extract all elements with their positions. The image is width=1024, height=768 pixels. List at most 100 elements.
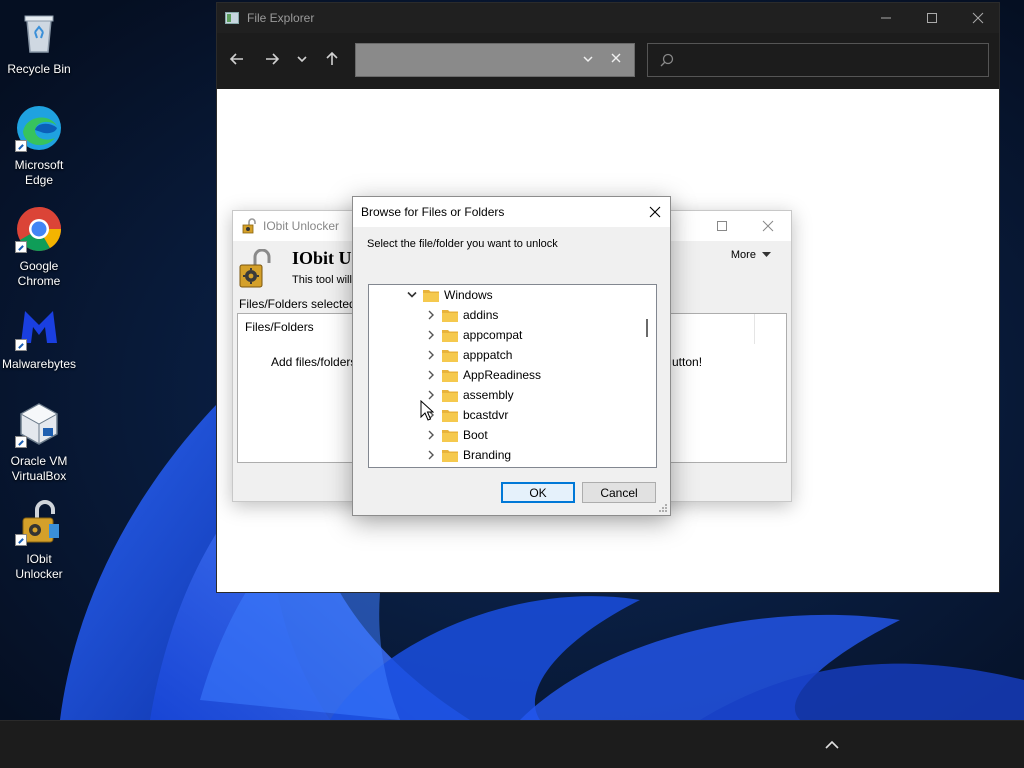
explorer-toolbar — [217, 33, 999, 89]
cancel-button[interactable]: Cancel — [582, 482, 656, 503]
tree-node-label: Boot — [463, 428, 488, 442]
close-icon — [649, 206, 661, 218]
tree-node-folder[interactable]: Branding — [422, 445, 511, 465]
forward-button[interactable] — [260, 47, 284, 71]
close-button[interactable] — [955, 3, 1001, 33]
desktop-icon-label: Microsoft Edge — [14, 158, 64, 187]
tree-node-folder[interactable]: AppReadiness — [422, 365, 541, 385]
shortcut-arrow-icon — [15, 436, 27, 448]
tree-node-label: Branding — [463, 448, 512, 462]
folder-icon — [423, 289, 439, 302]
tree-node-label: assembly — [463, 388, 514, 402]
desktop-icon-label: Recycle Bin — [7, 62, 71, 76]
up-button[interactable] — [320, 47, 344, 71]
desktop-icon-iobit-unlocker[interactable]: IObit Unlocker — [0, 498, 78, 582]
tree-node-label: addins — [463, 308, 499, 322]
shortcut-arrow-icon — [15, 534, 27, 546]
address-clear-button[interactable] — [610, 52, 622, 67]
dialog-title: Browse for Files or Folders — [361, 205, 505, 219]
dialog-close-button[interactable] — [640, 197, 670, 227]
tree-node-folder[interactable]: bcastdvr — [422, 405, 508, 425]
folder-icon — [442, 389, 458, 402]
desktop-icon-microsoft-edge[interactable]: Microsoft Edge — [0, 104, 78, 188]
desktop-icon-label: IObit Unlocker — [15, 552, 63, 581]
column-header-files-folders[interactable]: Files/Folders — [245, 320, 314, 334]
malwarebytes-icon — [15, 303, 63, 351]
back-button[interactable] — [225, 47, 249, 71]
chevron-right-icon[interactable] — [422, 425, 440, 445]
chevron-right-icon[interactable] — [422, 445, 440, 465]
close-icon — [611, 53, 621, 63]
minimize-button[interactable] — [863, 3, 909, 33]
address-dropdown-button[interactable] — [582, 53, 594, 68]
search-box[interactable] — [647, 43, 989, 77]
more-menu-button[interactable]: More — [731, 249, 771, 261]
folder-icon — [442, 329, 458, 342]
app-description: This tool will h — [292, 274, 362, 286]
chrome-icon — [15, 205, 63, 253]
minimize-icon — [881, 17, 891, 19]
window-title: IObit Unlocker — [263, 219, 340, 233]
folder-icon — [442, 449, 458, 462]
recycle-bin-icon — [15, 8, 63, 56]
address-bar[interactable] — [355, 43, 635, 77]
folder-icon — [442, 309, 458, 322]
edge-icon — [15, 104, 63, 152]
chevron-right-icon[interactable] — [422, 345, 440, 365]
maximize-button[interactable] — [699, 211, 745, 241]
desktop-icon-malwarebytes[interactable]: Malwarebytes — [0, 303, 78, 372]
unlock-logo-icon — [239, 249, 271, 288]
chevron-down-icon[interactable] — [403, 285, 421, 305]
ok-button[interactable]: OK — [501, 482, 575, 503]
tree-node-folder[interactable]: addins — [422, 305, 498, 325]
folder-icon — [442, 429, 458, 442]
resize-grip-icon[interactable] — [658, 503, 668, 513]
close-button[interactable] — [745, 211, 791, 241]
maximize-button[interactable] — [909, 3, 955, 33]
explorer-titlebar[interactable]: File Explorer — [217, 3, 999, 33]
mouse-cursor-icon — [420, 400, 434, 421]
file-explorer-icon — [225, 12, 239, 24]
dialog-titlebar[interactable]: Browse for Files or Folders — [353, 197, 670, 227]
chevron-down-icon — [297, 56, 307, 63]
close-icon — [762, 220, 774, 232]
recent-locations-button[interactable] — [290, 47, 314, 71]
more-label: More — [730, 249, 756, 261]
tree-scrollbar[interactable] — [640, 285, 656, 467]
desktop-icon-recycle-bin[interactable]: Recycle Bin — [0, 8, 78, 77]
tree-node-folder[interactable]: Boot — [422, 425, 488, 445]
desktop-icon-label: Malwarebytes — [1, 357, 77, 371]
chevron-down-icon — [583, 56, 593, 63]
close-icon — [972, 12, 984, 24]
folder-icon — [442, 349, 458, 362]
desktop-icon-virtualbox[interactable]: Oracle VM VirtualBox — [0, 400, 78, 484]
window-title: File Explorer — [247, 11, 315, 25]
desktop-icon-label: Oracle VM VirtualBox — [10, 454, 68, 483]
empty-list-hint-end: utton! — [672, 355, 703, 369]
folder-icon — [442, 409, 458, 422]
files-selected-label: Files/Folders selected — [239, 297, 356, 311]
shortcut-arrow-icon — [15, 339, 27, 351]
tree-node-label: bcastdvr — [463, 408, 509, 422]
desktop-icon-google-chrome[interactable]: Google Chrome — [0, 205, 78, 289]
maximize-icon — [927, 13, 937, 23]
caret-down-icon — [762, 252, 771, 257]
tree-node-label: Windows — [444, 288, 493, 302]
tree-node-folder[interactable]: assembly — [422, 385, 514, 405]
browse-for-files-dialog: Browse for Files or Folders Select the f… — [352, 196, 671, 516]
chevron-right-icon[interactable] — [422, 305, 440, 325]
folder-tree[interactable]: Windows addins appcompat apppatch AppRea… — [368, 284, 657, 468]
shortcut-arrow-icon — [15, 241, 27, 253]
tree-node-folder[interactable]: appcompat — [422, 325, 522, 345]
taskbar — [0, 720, 1024, 768]
iobit-unlocker-icon — [15, 498, 63, 546]
tree-node-folder[interactable]: apppatch — [422, 345, 512, 365]
tree-node-windows[interactable]: Windows — [403, 285, 493, 305]
empty-list-hint: Add files/folders t — [271, 355, 364, 369]
maximize-icon — [717, 221, 727, 231]
scrollbar-thumb[interactable] — [646, 319, 648, 337]
chevron-right-icon[interactable] — [422, 365, 440, 385]
column-divider — [754, 314, 755, 344]
chevron-right-icon[interactable] — [422, 325, 440, 345]
show-hidden-icons-button[interactable] — [820, 735, 844, 755]
